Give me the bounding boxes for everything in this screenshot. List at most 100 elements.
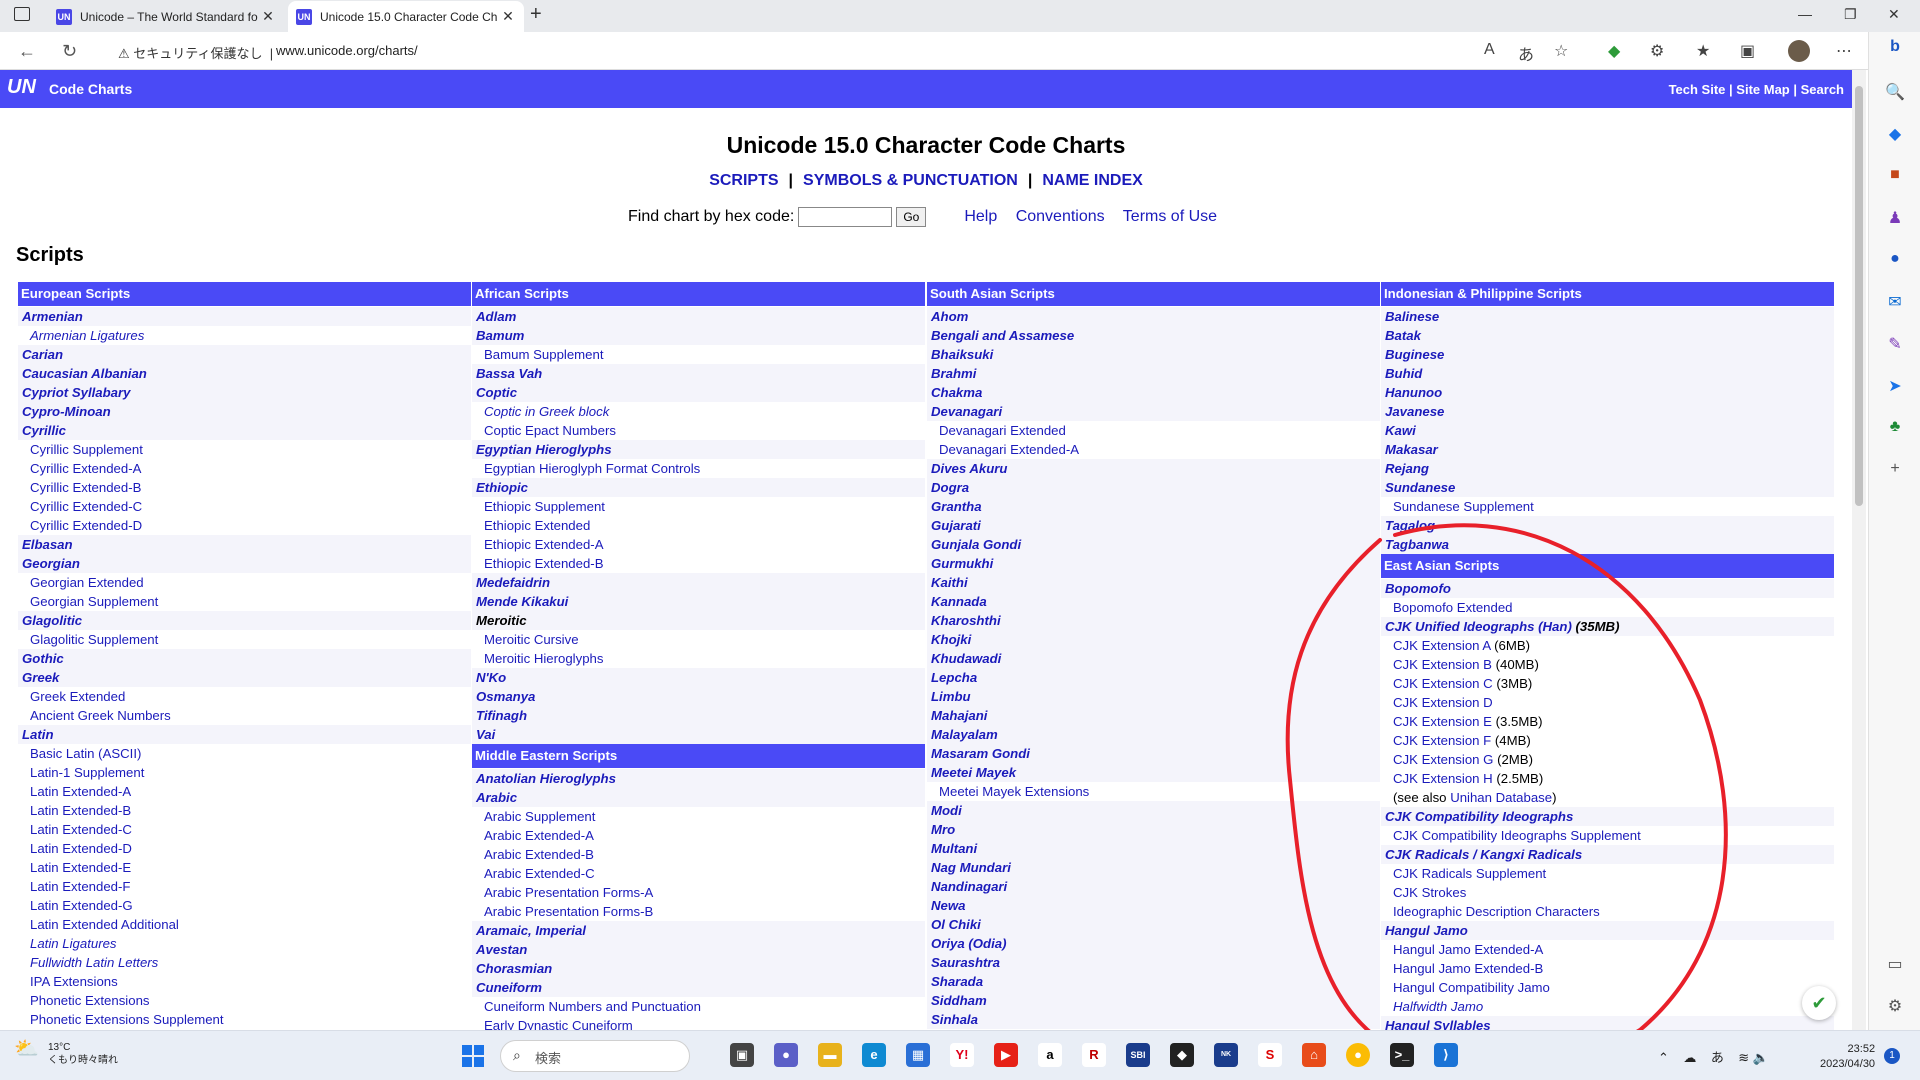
chart-link[interactable]: Latin Extended-C [18, 820, 471, 839]
app-s-icon[interactable]: S [1258, 1043, 1282, 1067]
chart-link[interactable]: Brahmi [927, 364, 1380, 383]
chart-link[interactable]: Basic Latin (ASCII) [18, 744, 471, 763]
designer-icon[interactable]: ✎ [1885, 334, 1905, 354]
chart-link[interactable]: CJK Extension E (3.5MB) [1381, 712, 1834, 731]
chart-link[interactable]: Nag Mundari [927, 858, 1380, 877]
chart-link[interactable]: Cyrillic Extended-C [18, 497, 471, 516]
chart-link[interactable]: Hanunoo [1381, 383, 1834, 402]
chart-link[interactable]: Meetei Mayek [927, 763, 1380, 782]
favorites-icon[interactable]: ★ [1696, 41, 1710, 61]
chart-link[interactable]: Latin Extended-D [18, 839, 471, 858]
volume-icon[interactable]: 🔈 [1753, 1050, 1769, 1065]
search-link[interactable]: Search [1801, 82, 1844, 97]
chart-link[interactable]: Kannada [927, 592, 1380, 611]
chart-link[interactable]: Latin-1 Supplement [18, 763, 471, 782]
chart-link[interactable]: Arabic Extended-A [472, 826, 925, 845]
chart-link[interactable]: Latin Extended-F [18, 877, 471, 896]
go-button[interactable]: Go [896, 207, 927, 227]
chart-link[interactable]: Ahom [927, 307, 1380, 326]
chart-link[interactable]: Gujarati [927, 516, 1380, 535]
chart-link[interactable]: Buhid [1381, 364, 1834, 383]
chart-link[interactable]: Meroitic Hieroglyphs [472, 649, 925, 668]
games-icon[interactable]: ♟ [1885, 208, 1905, 228]
chart-link[interactable]: Cypro-Minoan [18, 402, 471, 421]
chart-link[interactable]: Ancient Greek Numbers [18, 706, 471, 725]
chart-link[interactable]: Ethiopic Extended-B [472, 554, 925, 573]
translate-icon[interactable]: あ [1518, 41, 1534, 65]
chart-link[interactable]: Latin Ligatures [18, 934, 471, 953]
tab-unicode-home[interactable]: UN Unicode – The World Standard fo ✕ [48, 1, 284, 32]
chart-link[interactable]: Devanagari [927, 402, 1380, 421]
chart-link[interactable]: Kaithi [927, 573, 1380, 592]
chart-link[interactable]: Malayalam [927, 725, 1380, 744]
send-icon[interactable]: ➤ [1885, 376, 1905, 396]
chart-link[interactable]: Egyptian Hieroglyphs [472, 440, 925, 459]
chart-link[interactable]: Ethiopic [472, 478, 925, 497]
nav-symbols[interactable]: SYMBOLS & PUNCTUATION [803, 172, 1018, 189]
chart-link[interactable]: Ethiopic Extended-A [472, 535, 925, 554]
chart-link[interactable]: Armenian Ligatures [18, 326, 471, 345]
rakuten-icon[interactable]: R [1082, 1043, 1106, 1067]
chart-link[interactable]: Modi [927, 801, 1380, 820]
chart-link[interactable]: Lepcha [927, 668, 1380, 687]
chart-link[interactable]: Arabic Extended-B [472, 845, 925, 864]
chart-link[interactable]: Greek Extended [18, 687, 471, 706]
collections-icon[interactable]: ▣ [1740, 41, 1755, 61]
chart-link[interactable]: CJK Extension B (40MB) [1381, 655, 1834, 674]
profile-avatar[interactable] [1788, 40, 1810, 62]
chart-link[interactable]: Mahajani [927, 706, 1380, 725]
chart-link[interactable]: Bhaiksuki [927, 345, 1380, 364]
office-icon[interactable]: ● [1885, 250, 1905, 270]
chart-link[interactable]: Fullwidth Latin Letters [18, 953, 471, 972]
weather-widget[interactable]: ⛅ 13°C くもり時々晴れ [14, 1039, 118, 1067]
chart-link[interactable]: Latin Extended-E [18, 858, 471, 877]
chart-link[interactable]: Masaram Gondi [927, 744, 1380, 763]
chart-link[interactable]: Ol Chiki [927, 915, 1380, 934]
nikkei-icon[interactable]: NK [1214, 1043, 1238, 1067]
chart-link[interactable]: Georgian Supplement [18, 592, 471, 611]
sidebar-settings-icon[interactable]: ⚙ [1885, 996, 1905, 1016]
chart-link[interactable]: Latin Extended Additional [18, 915, 471, 934]
chart-link[interactable]: Siddham [927, 991, 1380, 1010]
read-aloud-icon[interactable]: A [1484, 41, 1495, 59]
chart-link[interactable]: CJK Strokes [1381, 883, 1834, 902]
chart-link[interactable]: Javanese [1381, 402, 1834, 421]
chart-link[interactable]: Buginese [1381, 345, 1834, 364]
chrome-icon[interactable]: ● [1346, 1043, 1370, 1067]
shield-extension-icon[interactable]: ◆ [1608, 41, 1620, 61]
chart-link[interactable]: (see also Unihan Database) [1381, 788, 1834, 807]
chart-link[interactable]: Coptic in Greek block [472, 402, 925, 421]
start-icon[interactable] [462, 1045, 484, 1067]
chart-link[interactable]: Sundanese [1381, 478, 1834, 497]
back-icon[interactable]: ← [18, 41, 36, 62]
chart-link[interactable]: IPA Extensions [18, 972, 471, 991]
chart-link[interactable]: Avestan [472, 940, 925, 959]
chart-link[interactable]: Bopomofo [1381, 579, 1834, 598]
chart-link[interactable]: Georgian [18, 554, 471, 573]
sbi-icon[interactable]: SBI [1126, 1043, 1150, 1067]
chart-link[interactable]: Tifinagh [472, 706, 925, 725]
url-field[interactable]: www.unicode.org/charts/ [276, 43, 418, 58]
chart-link[interactable]: Arabic Presentation Forms-A [472, 883, 925, 902]
chart-link[interactable]: Meroitic [472, 611, 925, 630]
chart-link[interactable]: Devanagari Extended-A [927, 440, 1380, 459]
chart-link[interactable]: Cuneiform Numbers and Punctuation [472, 997, 925, 1016]
chart-link[interactable]: CJK Extension C (3MB) [1381, 674, 1834, 693]
chart-link[interactable]: Newa [927, 896, 1380, 915]
app-icon[interactable]: ◆ [1170, 1043, 1194, 1067]
add-sidebar-icon[interactable]: + [1885, 460, 1905, 480]
chart-link[interactable]: Hangul Jamo [1381, 921, 1834, 940]
chart-link[interactable]: Dogra [927, 478, 1380, 497]
chart-link[interactable]: CJK Unified Ideographs (Han) (35MB) [1381, 617, 1834, 636]
chart-link[interactable]: CJK Compatibility Ideographs [1381, 807, 1834, 826]
chart-link[interactable]: Vai [472, 725, 925, 744]
chart-link[interactable]: Arabic Presentation Forms-B [472, 902, 925, 921]
chart-link[interactable]: Glagolitic Supplement [18, 630, 471, 649]
bing-icon[interactable]: b [1885, 38, 1905, 58]
notification-badge[interactable]: 1 [1884, 1048, 1900, 1064]
chart-link[interactable]: Egyptian Hieroglyph Format Controls [472, 459, 925, 478]
chart-link[interactable]: Grantha [927, 497, 1380, 516]
chart-link[interactable]: Carian [18, 345, 471, 364]
hex-code-input[interactable] [798, 207, 893, 227]
onedrive-icon[interactable]: ☁ [1683, 1050, 1696, 1065]
